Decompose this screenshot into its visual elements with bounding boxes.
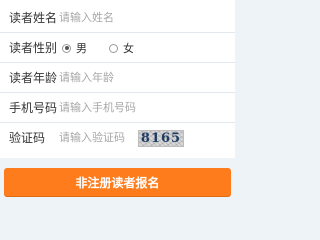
name-label: 读者姓名: [9, 11, 58, 25]
captcha-row: 验证码 请输入验证码 8165: [0, 123, 235, 153]
name-row: 读者姓名 请输入姓名: [0, 3, 235, 33]
gender-option-male[interactable]: 男: [62, 40, 87, 56]
captcha-label: 验证码: [9, 131, 46, 145]
radio-unchecked-icon[interactable]: [109, 43, 118, 53]
captcha-input[interactable]: 请输入验证码: [59, 123, 125, 153]
register-submit-button[interactable]: 非注册读者报名: [4, 168, 231, 196]
age-row: 读者年龄 请输入年龄: [0, 63, 235, 93]
gender-row: 读者性别 男 女: [0, 33, 235, 63]
age-input[interactable]: 请输入年龄: [59, 63, 114, 93]
gender-label: 读者性别: [9, 41, 58, 55]
phone-row: 手机号码 请输入手机号码: [0, 93, 235, 123]
captcha-text: 8165: [140, 131, 182, 146]
name-input[interactable]: 请输入姓名: [59, 3, 114, 33]
age-label: 读者年龄: [9, 71, 58, 85]
gender-radio-group: 男 女: [62, 33, 156, 63]
phone-label: 手机号码: [9, 101, 58, 115]
phone-input[interactable]: 请输入手机号码: [59, 93, 136, 123]
gender-option-female-label: 女: [123, 42, 134, 55]
reader-registration-form: 读者姓名 请输入姓名 读者性别 男 女 读者年龄 请输入年龄 手机号码 请输入手…: [0, 0, 235, 158]
gender-option-female[interactable]: 女: [109, 40, 134, 56]
radio-checked-icon[interactable]: [62, 43, 71, 53]
captcha-image[interactable]: 8165: [138, 130, 184, 147]
gender-option-male-label: 男: [76, 42, 87, 55]
